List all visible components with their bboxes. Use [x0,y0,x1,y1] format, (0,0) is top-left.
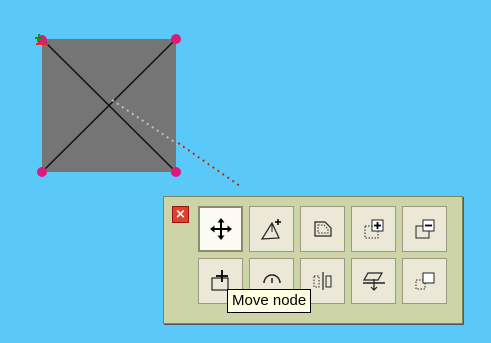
close-x-icon: × [175,207,186,222]
node-handle-top-left[interactable] [35,34,48,45]
node-handle-top-right[interactable] [171,34,181,44]
node-edit-toolbar: × [163,196,463,324]
pen-plus-icon [260,219,281,240]
add-node-tool[interactable] [249,206,294,252]
cut-rectangle-icon [313,221,332,237]
close-button[interactable]: × [172,206,189,223]
plus-box-icon [364,219,383,239]
add-point-tool[interactable] [351,206,396,252]
flip-tool[interactable] [351,258,396,304]
flip-icon [362,272,385,291]
shape-edit-tool[interactable] [300,206,345,252]
scale-tool[interactable] [402,258,447,304]
align-icon [313,272,331,290]
scale-box-icon [415,272,434,290]
tooltip: Move node [227,289,312,313]
minus-box-icon [415,219,434,239]
remove-point-tool[interactable] [402,206,447,252]
node-handle-bottom-left[interactable] [37,167,47,177]
node-handle-bottom-right[interactable] [171,167,181,177]
four-arrows-icon [209,218,232,240]
move-node-tool[interactable] [198,206,243,252]
